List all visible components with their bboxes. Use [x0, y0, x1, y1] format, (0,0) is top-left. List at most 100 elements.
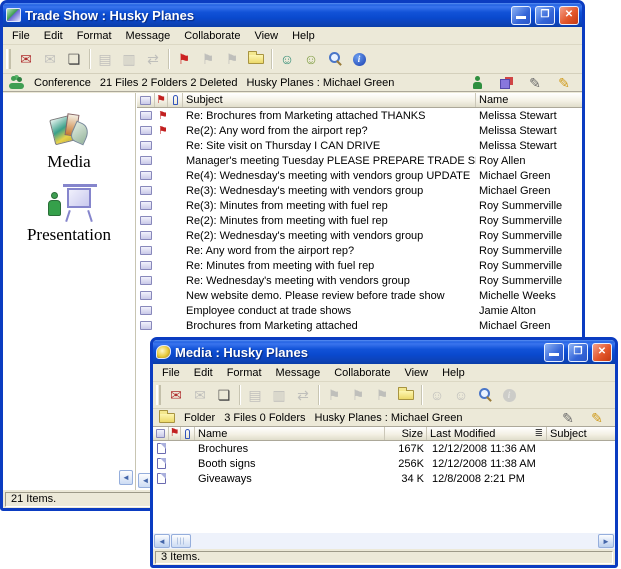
sidebar-item-presentation[interactable]: Presentation: [3, 186, 135, 245]
menu-view[interactable]: View: [397, 366, 435, 380]
find-icon[interactable]: [473, 384, 497, 406]
navigator-pane: Media Presentation ◄: [3, 93, 136, 490]
menu-view[interactable]: View: [247, 29, 285, 43]
menu-help[interactable]: Help: [285, 29, 322, 43]
message-row[interactable]: ⚑Re(2): Any word from the airport rep?Me…: [137, 123, 582, 138]
memo-icon: [140, 126, 152, 135]
new-document-icon[interactable]: ❏: [62, 48, 86, 70]
file-row[interactable]: Giveaways34 K12/8/2008 2:21 PM: [153, 471, 615, 486]
flag-icon[interactable]: ⚑: [172, 48, 196, 70]
edit-pencil-icon[interactable]: ✎: [556, 407, 580, 429]
menu-message[interactable]: Message: [269, 366, 328, 380]
message-row[interactable]: Employee conduct at trade showsJamie Alt…: [137, 303, 582, 318]
name-cell: Roy Summerville: [476, 260, 582, 272]
member-permissions-icon[interactable]: ☺: [299, 48, 323, 70]
size-cell: 34 K: [385, 473, 427, 485]
layers-icon[interactable]: [494, 72, 518, 94]
message-row[interactable]: ⚑Re: Brochures from Marketing attached T…: [137, 108, 582, 123]
name-cell: Booth signs: [195, 458, 385, 470]
memo-icon: [140, 291, 152, 300]
modified-column-header[interactable]: Last Modified ≣: [427, 427, 547, 440]
file-row[interactable]: Booth signs256K12/12/2008 11:38 AM: [153, 456, 615, 471]
new-memo-icon[interactable]: ✉: [14, 48, 38, 70]
next-flag-icon: ⚑: [346, 384, 370, 406]
message-row[interactable]: Re(2): Minutes from meeting with fuel re…: [137, 213, 582, 228]
maximize-button[interactable]: ❒: [535, 6, 555, 25]
sidebar-item-media[interactable]: Media: [3, 113, 135, 172]
scroll-left-button[interactable]: ◄: [154, 534, 170, 548]
menu-help[interactable]: Help: [435, 366, 472, 380]
size-column-header[interactable]: Size: [385, 427, 427, 440]
trade-show-window-title: Trade Show : Husky Planes: [25, 8, 507, 23]
close-button[interactable]: ✕: [592, 343, 612, 362]
flag-column-header[interactable]: ⚑: [155, 93, 168, 107]
maximize-button[interactable]: ❒: [568, 343, 588, 362]
message-row[interactable]: New website demo. Please review before t…: [137, 288, 582, 303]
menu-file[interactable]: File: [155, 366, 187, 380]
new-document-icon[interactable]: ❏: [212, 384, 236, 406]
message-row[interactable]: Re(3): Minutes from meeting with fuel re…: [137, 198, 582, 213]
presentation-folder-icon: [45, 186, 93, 222]
menu-message[interactable]: Message: [119, 29, 178, 43]
subject-cell: Re(2): Wednesday's meeting with vendors …: [183, 230, 476, 242]
item-count: 3 Items.: [155, 551, 613, 564]
memo-column-header[interactable]: [153, 427, 169, 440]
presence-icon[interactable]: [465, 72, 489, 94]
add-member-icon: ☺: [425, 384, 449, 406]
memo-column-header[interactable]: [137, 93, 155, 107]
signature-pencil-icon[interactable]: ✎: [585, 407, 609, 429]
info-icon[interactable]: i: [347, 48, 371, 70]
menu-edit[interactable]: Edit: [37, 29, 70, 43]
parent-folder-icon[interactable]: [394, 384, 418, 406]
trade-show-toolbar: ✉✉❏▤▥⇄⚑⚑⚑☺☺i: [3, 45, 582, 74]
trade-show-menubar: FileEditFormatMessageCollaborateViewHelp: [3, 27, 582, 45]
flag-column-header[interactable]: ⚑: [169, 427, 181, 440]
find-icon[interactable]: [323, 48, 347, 70]
menu-file[interactable]: File: [5, 29, 37, 43]
name-cell: Roy Summerville: [476, 200, 582, 212]
member-permissions-icon: ☺: [449, 384, 473, 406]
menu-collaborate[interactable]: Collaborate: [327, 366, 397, 380]
message-row[interactable]: Re(2): Wednesday's meeting with vendors …: [137, 228, 582, 243]
message-row[interactable]: Re(4): Wednesday's meeting with vendors …: [137, 168, 582, 183]
minimize-button[interactable]: ▬: [544, 343, 564, 362]
menu-collaborate[interactable]: Collaborate: [177, 29, 247, 43]
memo-icon: [140, 231, 152, 240]
parent-folder-icon[interactable]: [244, 48, 268, 70]
message-row[interactable]: Manager's meeting Tuesday PLEASE PREPARE…: [137, 153, 582, 168]
edit-pencil-icon[interactable]: ✎: [523, 72, 547, 94]
message-row[interactable]: Re: Minutes from meeting with fuel repRo…: [137, 258, 582, 273]
signature-pencil-icon[interactable]: ✎: [552, 72, 576, 94]
minimize-button[interactable]: ▬: [511, 6, 531, 25]
menu-format[interactable]: Format: [70, 29, 119, 43]
menu-format[interactable]: Format: [220, 366, 269, 380]
media-titlebar[interactable]: Media : Husky Planes ▬ ❒ ✕: [153, 340, 615, 364]
scroll-thumb[interactable]: |||: [171, 534, 191, 548]
file-row[interactable]: Brochures167K12/12/2008 11:36 AM: [153, 441, 615, 456]
file-list-header: ⚑ Name Size Last Modified ≣ Subject: [153, 427, 615, 441]
subject-column-header[interactable]: Subject: [183, 93, 476, 107]
message-row[interactable]: Re: Wednesday's meeting with vendors gro…: [137, 273, 582, 288]
view-label: Folder: [184, 412, 215, 424]
memo-icon: [140, 96, 151, 105]
message-row[interactable]: Re(3): Wednesday's meeting with vendors …: [137, 183, 582, 198]
pane-scroll-left-button[interactable]: ◄: [119, 470, 133, 485]
message-row[interactable]: Re: Any word from the airport rep?Roy Su…: [137, 243, 582, 258]
media-window: Media : Husky Planes ▬ ❒ ✕ FileEditForma…: [150, 337, 618, 568]
name-column-header[interactable]: Name: [195, 427, 385, 440]
message-row[interactable]: Re: Site visit on Thursday I CAN DRIVEMe…: [137, 138, 582, 153]
add-member-icon[interactable]: ☺: [275, 48, 299, 70]
attachment-column-header[interactable]: [168, 93, 183, 107]
subject-cell: Manager's meeting Tuesday PLEASE PREPARE…: [183, 155, 476, 167]
subject-column-header[interactable]: Subject: [547, 427, 615, 440]
trade-show-titlebar[interactable]: Trade Show : Husky Planes ▬ ❒ ✕: [3, 3, 582, 27]
attachment-column-header[interactable]: [181, 427, 195, 440]
message-row[interactable]: Brochures from Marketing attachedMichael…: [137, 318, 582, 333]
scroll-right-button[interactable]: ►: [598, 534, 614, 548]
close-button[interactable]: ✕: [559, 6, 579, 25]
name-column-header[interactable]: Name: [476, 93, 582, 107]
refile-icon: ⇄: [141, 48, 165, 70]
new-memo-icon[interactable]: ✉: [164, 384, 188, 406]
menu-edit[interactable]: Edit: [187, 366, 220, 380]
memo-icon: [140, 171, 152, 180]
